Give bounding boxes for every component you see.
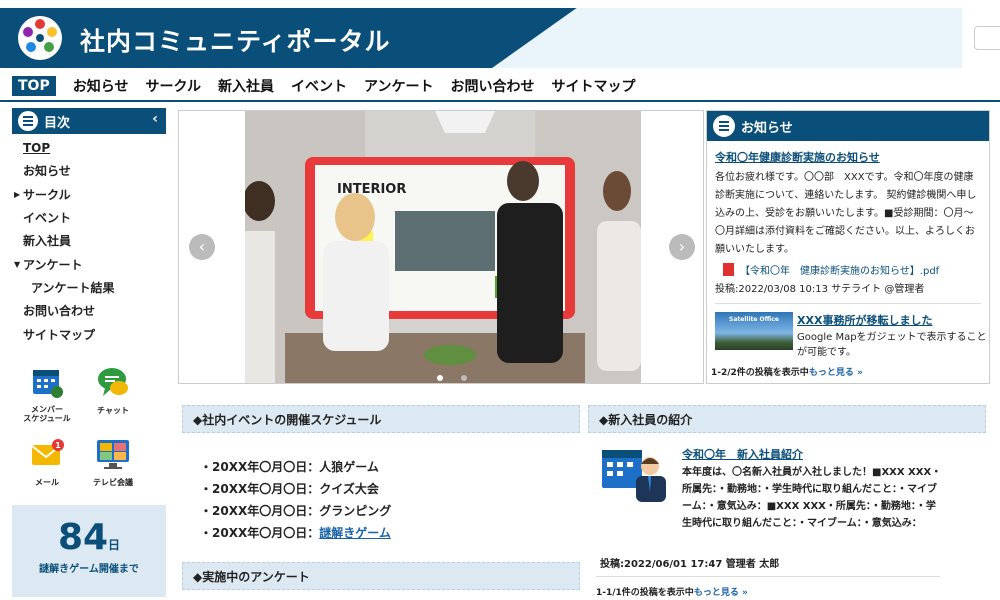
survey-section-header: ◆実施中のアンケート: [182, 562, 580, 590]
nav-contact[interactable]: お問い合わせ: [451, 76, 535, 96]
chevron-left-icon[interactable]: ‹: [152, 111, 158, 127]
nav-news[interactable]: お知らせ: [73, 76, 129, 96]
newcomer-post-text: 本年度は、〇名新入社員が入社しました！■XXX XXX・所属先：・勤務地：・学生…: [682, 467, 942, 529]
sidebar-item-contact[interactable]: お問い合わせ: [12, 299, 166, 322]
carousel-dot[interactable]: [461, 375, 467, 381]
caret-right-icon[interactable]: ▶: [14, 190, 20, 199]
event-link[interactable]: 謎解きゲーム: [319, 526, 391, 540]
nav-circle[interactable]: サークル: [145, 76, 201, 96]
carousel-prev-button[interactable]: ‹: [189, 234, 215, 260]
countdown-label: 謎解きゲーム開催まで: [39, 564, 139, 575]
toc-title: 目次: [44, 115, 71, 131]
office-thumbnail[interactable]: Satellite Office: [715, 312, 793, 350]
sidebar-item-sitemap[interactable]: サイトマップ: [12, 322, 166, 345]
news-item-title[interactable]: XXX事務所が移転しました: [797, 312, 932, 328]
svg-text:INTERIOR: INTERIOR: [337, 182, 406, 197]
nav-survey[interactable]: アンケート: [364, 76, 433, 96]
site-header: 社内コミュニティポータル: [0, 0, 1000, 68]
news-panel-header: お知らせ: [707, 111, 989, 141]
more-link[interactable]: もっと見る »: [694, 588, 748, 598]
divider: [596, 576, 940, 577]
newcomer-post-meta: 投稿:2022/06/01 17:47 管理者 太郎: [600, 559, 780, 570]
image-carousel[interactable]: INTERIOR ‹ ›: [178, 110, 704, 384]
sidebar-item-survey[interactable]: ▼ アンケート: [12, 252, 166, 275]
news-item-text: Google Mapをガジェットで表示することが可能です。: [797, 332, 987, 358]
newcomers-section-header: ◆新入社員の紹介: [588, 405, 986, 433]
app-video-meeting[interactable]: テレビ会議: [82, 436, 144, 488]
toc-menu: TOP お知らせ ▶ サークル イベント 新入社員 ▼ アンケート アンケート結果 …: [12, 136, 166, 346]
countdown-number: 84日: [57, 517, 121, 558]
news-pagination: 1-2/2件の投稿を表示中もっと見る »: [711, 368, 863, 378]
newcomer-post-title[interactable]: 令和〇年 新入社員紹介: [682, 446, 803, 462]
list-item: ・20XX年〇月〇日：グランピング: [200, 504, 392, 518]
events-section-header: ◆社内イベントの開催スケジュール: [182, 405, 580, 433]
sidebar-item-survey-results[interactable]: アンケート結果: [12, 276, 166, 299]
app-label: メンバー スケジュール: [23, 405, 71, 423]
global-nav: TOP お知らせ サークル 新入社員 イベント アンケート お問い合わせ サイト…: [0, 72, 1000, 102]
sidebar-item-events[interactable]: イベント: [12, 206, 166, 229]
app-label: テレビ会議: [93, 478, 133, 487]
countdown-widget: 84日 謎解きゲーム開催まで: [12, 505, 166, 597]
news-panel-title: お知らせ: [741, 120, 793, 136]
news-item-title[interactable]: 令和〇年健康診断実施のお知らせ: [715, 149, 981, 165]
carousel-next-button[interactable]: ›: [669, 234, 695, 260]
list-icon: [18, 111, 38, 131]
nav-top[interactable]: TOP: [12, 76, 56, 96]
news-item-text: 各位お疲れ様です。〇〇部 XXXです。令和〇年度の健康診断実施について、連絡いた…: [715, 172, 977, 255]
site-title[interactable]: 社内コミュニティポータル: [80, 22, 391, 58]
community-logo-icon[interactable]: [16, 14, 64, 62]
app-chat[interactable]: チャット: [82, 364, 144, 416]
list-icon: [713, 115, 735, 137]
carousel-dot[interactable]: [437, 375, 443, 381]
sidebar-item-news[interactable]: お知らせ: [12, 159, 166, 182]
attachment-name[interactable]: 【令和〇年 健康診断実施のお知らせ】.pdf: [740, 262, 939, 277]
newcomers-pagination: 1-1/1件の投稿を表示中もっと見る »: [596, 588, 748, 598]
caret-down-icon[interactable]: ▼: [14, 260, 20, 269]
thumbnail-caption: Satellite Office: [729, 316, 779, 323]
app-label: メール: [35, 478, 59, 487]
list-item: ・20XX年〇月〇日：クイズ大会: [200, 482, 379, 496]
attachment-link[interactable]: 【令和〇年 健康診断実施のお知らせ】.pdf: [715, 262, 981, 277]
events-list: ・20XX年〇月〇日：人狼ゲーム ・20XX年〇月〇日：クイズ大会 ・20XX年…: [200, 456, 391, 544]
newcomer-illustration: [602, 450, 666, 502]
more-link[interactable]: もっと見る »: [809, 368, 863, 378]
news-panel: お知らせ 令和〇年健康診断実施のお知らせ 各位お疲れ様です。〇〇部 XXXです。…: [706, 110, 990, 384]
news-item: Satellite Office XXX事務所が移転しました Google Ma…: [715, 310, 987, 358]
list-item: ・20XX年〇月〇日：謎解きゲーム: [200, 526, 391, 540]
meeting-photo: INTERIOR: [245, 111, 641, 383]
mail-badge: 1: [55, 441, 61, 450]
countdown-unit: 日: [108, 538, 121, 552]
video-meeting-icon: [97, 440, 129, 469]
app-label: チャット: [97, 406, 129, 415]
nav-newcomers[interactable]: 新入社員: [218, 76, 274, 96]
toc-header[interactable]: 目次 ‹: [12, 108, 166, 134]
app-mail[interactable]: 1 メール: [16, 436, 78, 488]
nav-events[interactable]: イベント: [291, 76, 347, 96]
calendar-icon: [33, 370, 63, 398]
header-search-input[interactable]: [974, 26, 1000, 50]
pdf-icon: [723, 263, 734, 276]
list-item: ・20XX年〇月〇日：人狼ゲーム: [200, 460, 379, 474]
app-member-schedule[interactable]: メンバー スケジュール: [16, 364, 78, 423]
nav-sitemap[interactable]: サイトマップ: [552, 76, 636, 96]
news-item-meta: 投稿:2022/03/08 10:13 サテライト @管理者: [715, 280, 981, 304]
sidebar-item-newcomers[interactable]: 新入社員: [12, 229, 166, 252]
sidebar-item-top[interactable]: TOP: [12, 136, 166, 159]
carousel-dots: [437, 375, 467, 381]
mail-icon: 1: [31, 439, 64, 465]
sidebar-item-circle[interactable]: ▶ サークル: [12, 183, 166, 206]
chat-icon: [98, 368, 128, 396]
